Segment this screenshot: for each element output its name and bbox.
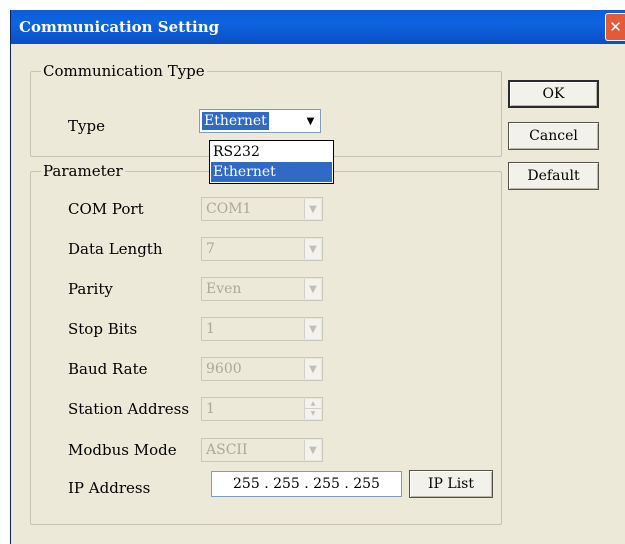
type-select[interactable]: Ethernet ▼	[199, 109, 321, 133]
parity-value: Even	[206, 281, 242, 297]
type-label: Type	[68, 117, 105, 135]
parity-label: Parity	[68, 280, 113, 298]
chevron-down-icon: ▼	[304, 319, 321, 339]
communication-type-legend: Communication Type	[41, 62, 207, 80]
station-address-spinner[interactable]: 1 ▲ ▼	[201, 397, 323, 421]
modbus-mode-select[interactable]: ASCII ▼	[201, 438, 323, 462]
station-address-value: 1	[206, 401, 215, 417]
chevron-down-icon: ▼	[304, 409, 321, 419]
dialog-title: Communication Setting	[19, 18, 220, 36]
baud-rate-label: Baud Rate	[68, 360, 148, 378]
chevron-down-icon: ▼	[304, 359, 321, 379]
stop-bits-select[interactable]: 1 ▼	[201, 317, 323, 341]
modbus-mode-value: ASCII	[206, 442, 248, 458]
communication-setting-dialog: Communication Setting ✕ Communication Ty…	[10, 10, 625, 544]
baud-rate-select[interactable]: 9600 ▼	[201, 357, 323, 381]
chevron-down-icon: ▼	[304, 199, 321, 219]
type-option-rs232[interactable]: RS232	[211, 142, 332, 162]
com-port-value: COM1	[206, 201, 252, 217]
type-selected-value: Ethernet	[202, 112, 269, 130]
baud-rate-value: 9600	[206, 361, 242, 377]
ip-list-button[interactable]: IP List	[409, 470, 493, 498]
chevron-down-icon: ▼	[304, 279, 321, 299]
close-button[interactable]: ✕	[605, 13, 625, 41]
parameter-legend: Parameter	[41, 162, 125, 180]
com-port-label: COM Port	[68, 200, 144, 218]
data-length-label: Data Length	[68, 240, 163, 258]
chevron-down-icon: ▼	[304, 440, 321, 460]
ip-address-input[interactable]: 255 . 255 . 255 . 255	[211, 471, 402, 497]
modbus-mode-label: Modbus Mode	[68, 441, 177, 459]
close-icon: ✕	[609, 18, 622, 36]
parity-select[interactable]: Even ▼	[201, 277, 323, 301]
stop-bits-value: 1	[206, 321, 215, 337]
station-address-label: Station Address	[68, 400, 190, 418]
ok-button[interactable]: OK	[508, 80, 599, 108]
chevron-up-icon: ▲	[304, 399, 321, 409]
data-length-select[interactable]: 7 ▼	[201, 237, 323, 261]
com-port-select[interactable]: COM1 ▼	[201, 197, 323, 221]
data-length-value: 7	[206, 241, 215, 257]
cancel-button[interactable]: Cancel	[508, 122, 599, 150]
type-option-ethernet[interactable]: Ethernet	[211, 162, 332, 182]
stop-bits-label: Stop Bits	[68, 320, 138, 338]
chevron-down-icon: ▼	[304, 239, 321, 259]
title-bar[interactable]: Communication Setting ✕	[11, 10, 625, 44]
ip-address-label: IP Address	[68, 479, 151, 497]
chevron-down-icon[interactable]: ▼	[302, 111, 319, 131]
default-button[interactable]: Default	[508, 162, 599, 190]
type-dropdown-list: RS232 Ethernet	[209, 140, 334, 184]
